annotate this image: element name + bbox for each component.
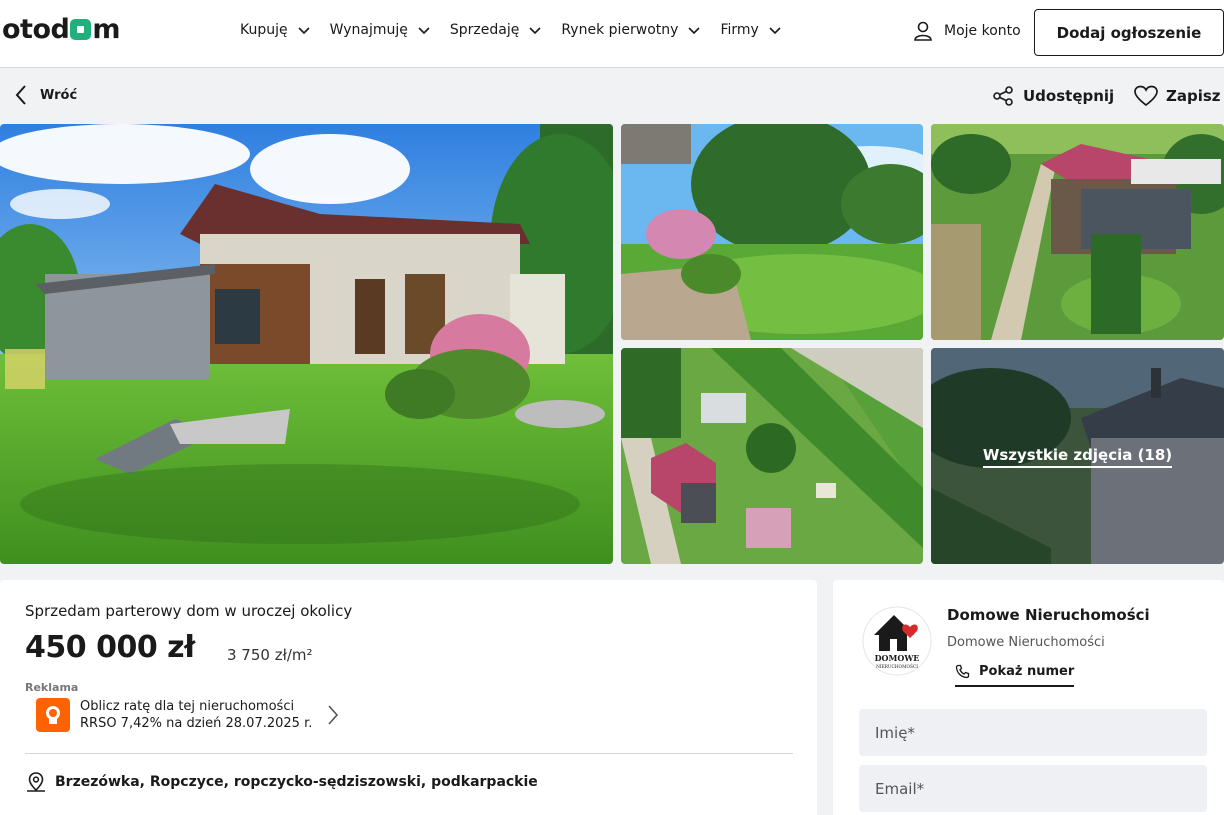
- heart-icon: [1134, 85, 1158, 107]
- agency-logo-wordmark-sub: NIERUCHOMOŚCI: [876, 664, 918, 670]
- ad-label: Reklama: [25, 681, 79, 694]
- gallery-photo-2[interactable]: [621, 124, 923, 340]
- chevron-right-icon: [328, 705, 339, 725]
- show-number-button[interactable]: Pokaż numer: [955, 664, 1075, 687]
- agency-contact-card: DOMOWE NIERUCHOMOŚCI Domowe Nieruchomośc…: [833, 580, 1224, 815]
- nav-item-rent[interactable]: Wynajmuję: [330, 22, 432, 38]
- otodom-logo[interactable]: otod m: [2, 14, 120, 45]
- add-listing-button[interactable]: Dodaj ogłoszenie: [1034, 9, 1224, 56]
- chevron-down-icon: [688, 27, 701, 35]
- location-link[interactable]: Brzezówka, Ropczyce, ropczycko-sędziszow…: [25, 771, 538, 793]
- aerial-plot-photo-image: [621, 348, 923, 564]
- ing-lion-icon: [36, 698, 70, 732]
- nav-item-sell[interactable]: Sprzedaję: [450, 22, 543, 38]
- save-button[interactable]: Zapisz: [1134, 85, 1221, 107]
- map-pin-icon: [27, 772, 45, 792]
- my-account-link[interactable]: Moje konto: [912, 20, 1021, 42]
- loan-calculator-link[interactable]: Oblicz ratę dla tej nieruchomości RRSO 7…: [36, 698, 340, 732]
- name-field[interactable]: [859, 709, 1207, 756]
- price-per-m2: 3 750 zł/m²: [227, 646, 313, 664]
- divider: [25, 753, 793, 754]
- nav-item-buy[interactable]: Kupuję: [240, 22, 312, 38]
- all-photos-tile[interactable]: Wszystkie zdjęcia (18): [931, 348, 1224, 564]
- agency-logo-wordmark: DOMOWE: [875, 653, 920, 663]
- share-icon: [993, 86, 1013, 106]
- all-photos-link[interactable]: Wszystkie zdjęcia (18): [982, 446, 1173, 468]
- top-header: otod m Kupuję Wynajmuję Sprzedaję Rynek p…: [0, 0, 1224, 68]
- logo-square-icon: [70, 19, 92, 40]
- chevron-down-icon: [769, 27, 781, 35]
- phone-icon: [955, 664, 970, 679]
- share-button[interactable]: Udostępnij: [992, 85, 1114, 107]
- garden-photo-image: [621, 124, 923, 340]
- agency-logo[interactable]: DOMOWE NIERUCHOMOŚCI: [862, 603, 932, 678]
- gallery-photo-4[interactable]: [621, 348, 923, 564]
- aerial-photo-image: [931, 124, 1224, 340]
- back-button[interactable]: Wróć: [14, 84, 77, 106]
- nav-item-primary-market[interactable]: Rynek pierwotny: [561, 22, 702, 38]
- chevron-down-icon: [298, 27, 310, 35]
- chevron-left-icon: [15, 85, 26, 105]
- listing-title: Sprzedam parterowy dom w uroczej okolicy: [25, 602, 353, 620]
- loan-line-1: Oblicz ratę dla tej nieruchomości: [80, 699, 295, 714]
- main-nav: Kupuję Wynajmuję Sprzedaję Rynek pierwot…: [240, 22, 801, 38]
- agency-subtitle: Domowe Nieruchomości: [947, 635, 1105, 650]
- listing-info-card: Sprzedam parterowy dom w uroczej okolicy…: [0, 580, 817, 815]
- loan-line-2: RRSO 7,42% na dzień 28.07.2025 r.: [80, 716, 313, 731]
- listing-price: 450 000 zł: [25, 630, 195, 665]
- agency-name[interactable]: Domowe Nieruchomości: [947, 606, 1150, 624]
- nav-item-companies[interactable]: Firmy: [720, 22, 782, 38]
- chevron-down-icon: [418, 27, 430, 35]
- email-field[interactable]: [859, 765, 1207, 812]
- gallery-photo-3[interactable]: [931, 124, 1224, 340]
- chevron-down-icon: [529, 27, 541, 35]
- user-icon: [914, 21, 932, 41]
- main-photo[interactable]: [0, 124, 613, 564]
- house-photo-image: [0, 124, 613, 564]
